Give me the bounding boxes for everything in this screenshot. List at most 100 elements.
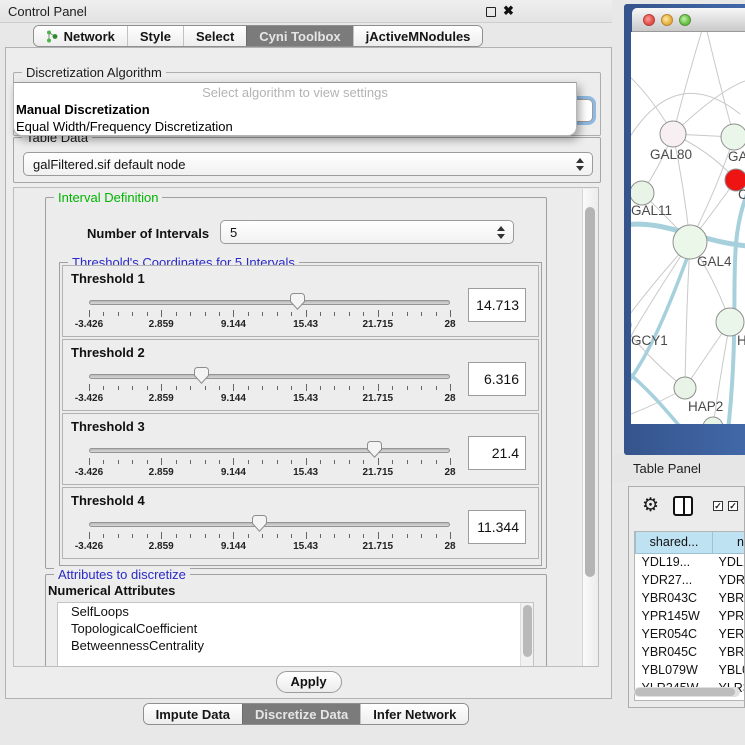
attribute-list-item[interactable]: TopologicalCoefficient <box>58 620 533 637</box>
table-row[interactable]: YPR145WYPR1 <box>636 607 745 625</box>
table-horizontal-scrollbar[interactable] <box>634 687 740 697</box>
settings-scrollpane: Interval Definition Number of Intervals … <box>13 187 599 667</box>
table-row[interactable]: YBR043CYBR0 <box>636 589 745 607</box>
slider-track[interactable] <box>89 300 450 305</box>
dropdown-option-manual[interactable]: Manual Discretization <box>14 101 576 118</box>
network-node[interactable] <box>674 377 696 399</box>
network-icon <box>46 30 59 43</box>
tab-infer-network[interactable]: Infer Network <box>360 704 468 724</box>
network-node[interactable] <box>660 121 686 147</box>
cyni-toolbox-panel: Discretization Algorithm Select algorith… <box>5 47 612 699</box>
threshold-value-field[interactable]: 11.344 <box>468 510 526 544</box>
network-node-label: GA <box>728 149 745 164</box>
interval-definition-group: Interval Definition Number of Intervals … <box>45 197 547 569</box>
table-row[interactable]: YBR045CYBR0 <box>636 643 745 661</box>
attributes-group-title: Attributes to discretize <box>54 567 190 582</box>
threshold-slider[interactable]: -3.4262.8599.14415.4321.71528 <box>89 443 450 479</box>
table-cell: YER0 <box>713 625 745 643</box>
attribute-list-item[interactable]: SelfLoops <box>58 603 533 620</box>
network-node-label: HAP2 <box>688 399 723 414</box>
settings-scrollbar[interactable] <box>582 189 597 667</box>
numerical-attributes-list[interactable]: SelfLoopsTopologicalCoefficientBetweenne… <box>57 602 534 667</box>
table-row[interactable]: YDR27...YDR2 <box>636 571 745 589</box>
float-window-icon[interactable] <box>486 7 496 17</box>
slider-thumb[interactable] <box>290 293 305 310</box>
table-cell: YDR27... <box>636 571 713 589</box>
table-row[interactable]: YER054CYER0 <box>636 625 745 643</box>
table-data-selected-value: galFiltered.sif default node <box>24 157 572 172</box>
gear-icon[interactable]: ⚙ <box>642 496 659 516</box>
close-traffic-light-icon[interactable] <box>643 14 655 26</box>
number-of-intervals-select[interactable]: 5 <box>220 220 514 244</box>
table-cell: YIL0 <box>713 697 745 701</box>
checkbox-icon[interactable]: ✓ <box>728 501 738 511</box>
tab-label: Style <box>140 29 171 44</box>
tab-select[interactable]: Select <box>183 26 246 46</box>
slider-thumb[interactable] <box>252 515 267 532</box>
tab-network[interactable]: Network <box>34 26 127 46</box>
tab-impute-data[interactable]: Impute Data <box>144 704 242 724</box>
table-cell: YBR043C <box>636 589 713 607</box>
network-edge[interactable] <box>706 32 734 137</box>
apply-button[interactable]: Apply <box>276 671 342 693</box>
dropdown-option-equal-width[interactable]: Equal Width/Frequency Discretization <box>14 118 576 135</box>
network-node-label: GAL80 <box>650 147 692 162</box>
network-edge[interactable] <box>673 32 703 134</box>
tab-style[interactable]: Style <box>127 26 183 46</box>
columns-icon[interactable] <box>673 496 693 516</box>
numerical-attributes-label: Numerical Attributes <box>48 583 175 598</box>
zoom-traffic-light-icon[interactable] <box>679 14 691 26</box>
network-region: GAL80GACGAL11GAL4GCY1HHAP2 Table Panel ⚙… <box>612 0 745 745</box>
slider-track[interactable] <box>89 522 450 527</box>
threshold-slider[interactable]: -3.4262.8599.14415.4321.71528 <box>89 517 450 553</box>
slider-track[interactable] <box>89 374 450 379</box>
network-node[interactable] <box>721 124 745 150</box>
tab-discretize-data[interactable]: Discretize Data <box>242 704 360 724</box>
threshold-value-field[interactable]: 14.713 <box>468 288 526 322</box>
network-window: GAL80GACGAL11GAL4GCY1HHAP2 <box>624 4 745 455</box>
dropdown-placeholder: Select algorithm to view settings <box>14 84 576 101</box>
tab-cyni-toolbox[interactable]: Cyni Toolbox <box>246 26 352 46</box>
slider-thumb[interactable] <box>367 441 382 458</box>
attribute-list-item[interactable]: BetweennessCentrality <box>58 637 533 654</box>
checkbox-icon[interactable]: ✓ <box>713 501 723 511</box>
table-row[interactable]: YDL19...YDL1 <box>636 553 745 571</box>
slider-ticks <box>89 384 450 392</box>
network-node[interactable] <box>716 308 744 336</box>
network-window-titlebar[interactable] <box>632 8 745 32</box>
table-panel-toolbar: ⚙ ✓ ✓ <box>629 487 744 529</box>
table-cell: YIL052C <box>636 697 713 701</box>
node-table[interactable]: shared...na YDL19...YDL1YDR27...YDR2YBR0… <box>634 531 745 701</box>
network-node[interactable] <box>631 181 654 205</box>
network-canvas[interactable]: GAL80GACGAL11GAL4GCY1HHAP2 <box>631 32 745 424</box>
minimize-traffic-light-icon[interactable] <box>661 14 673 26</box>
threshold-label: Threshold 2 <box>71 345 145 360</box>
close-icon[interactable]: ✖ <box>503 3 514 19</box>
table-cell: YER054C <box>636 625 713 643</box>
table-panel-title: Table Panel <box>633 461 701 476</box>
tab-label: Discretize Data <box>255 707 348 722</box>
table-row[interactable]: YIL052CYIL0 <box>636 697 745 701</box>
threshold-label: Threshold 1 <box>71 271 145 286</box>
threshold-row-1: Threshold 1 -3.4262.8599.14415.4321.71528… <box>62 265 539 337</box>
table-data-select[interactable]: galFiltered.sif default node <box>23 152 593 176</box>
slider-scale-labels: -3.4262.8599.14415.4321.71528 <box>89 319 450 331</box>
tab-jactivemnodules[interactable]: jActiveMNodules <box>353 26 483 46</box>
table-column-header[interactable]: na <box>713 532 745 553</box>
threshold-slider[interactable]: -3.4262.8599.14415.4321.71528 <box>89 369 450 405</box>
table-row[interactable]: YBL079WYBL0 <box>636 661 745 679</box>
threshold-slider[interactable]: -3.4262.8599.14415.4321.71528 <box>89 295 450 331</box>
thresholds-group: Threshold's Coordinates for 5 Intervals … <box>59 262 542 566</box>
slider-track[interactable] <box>89 448 450 453</box>
tab-label: Impute Data <box>156 707 230 722</box>
slider-ticks <box>89 310 450 318</box>
attributes-scrollbar[interactable] <box>520 603 533 667</box>
network-node[interactable] <box>703 417 723 424</box>
slider-thumb[interactable] <box>194 367 209 384</box>
threshold-value-field[interactable]: 21.4 <box>468 436 526 470</box>
tab-label: Select <box>196 29 234 44</box>
table-column-header[interactable]: shared... <box>636 532 713 553</box>
threshold-value-field[interactable]: 6.316 <box>468 362 526 396</box>
algorithm-dropdown-popup: Select algorithm to view settings Manual… <box>13 82 577 136</box>
slider-scale-labels: -3.4262.8599.14415.4321.71528 <box>89 541 450 553</box>
